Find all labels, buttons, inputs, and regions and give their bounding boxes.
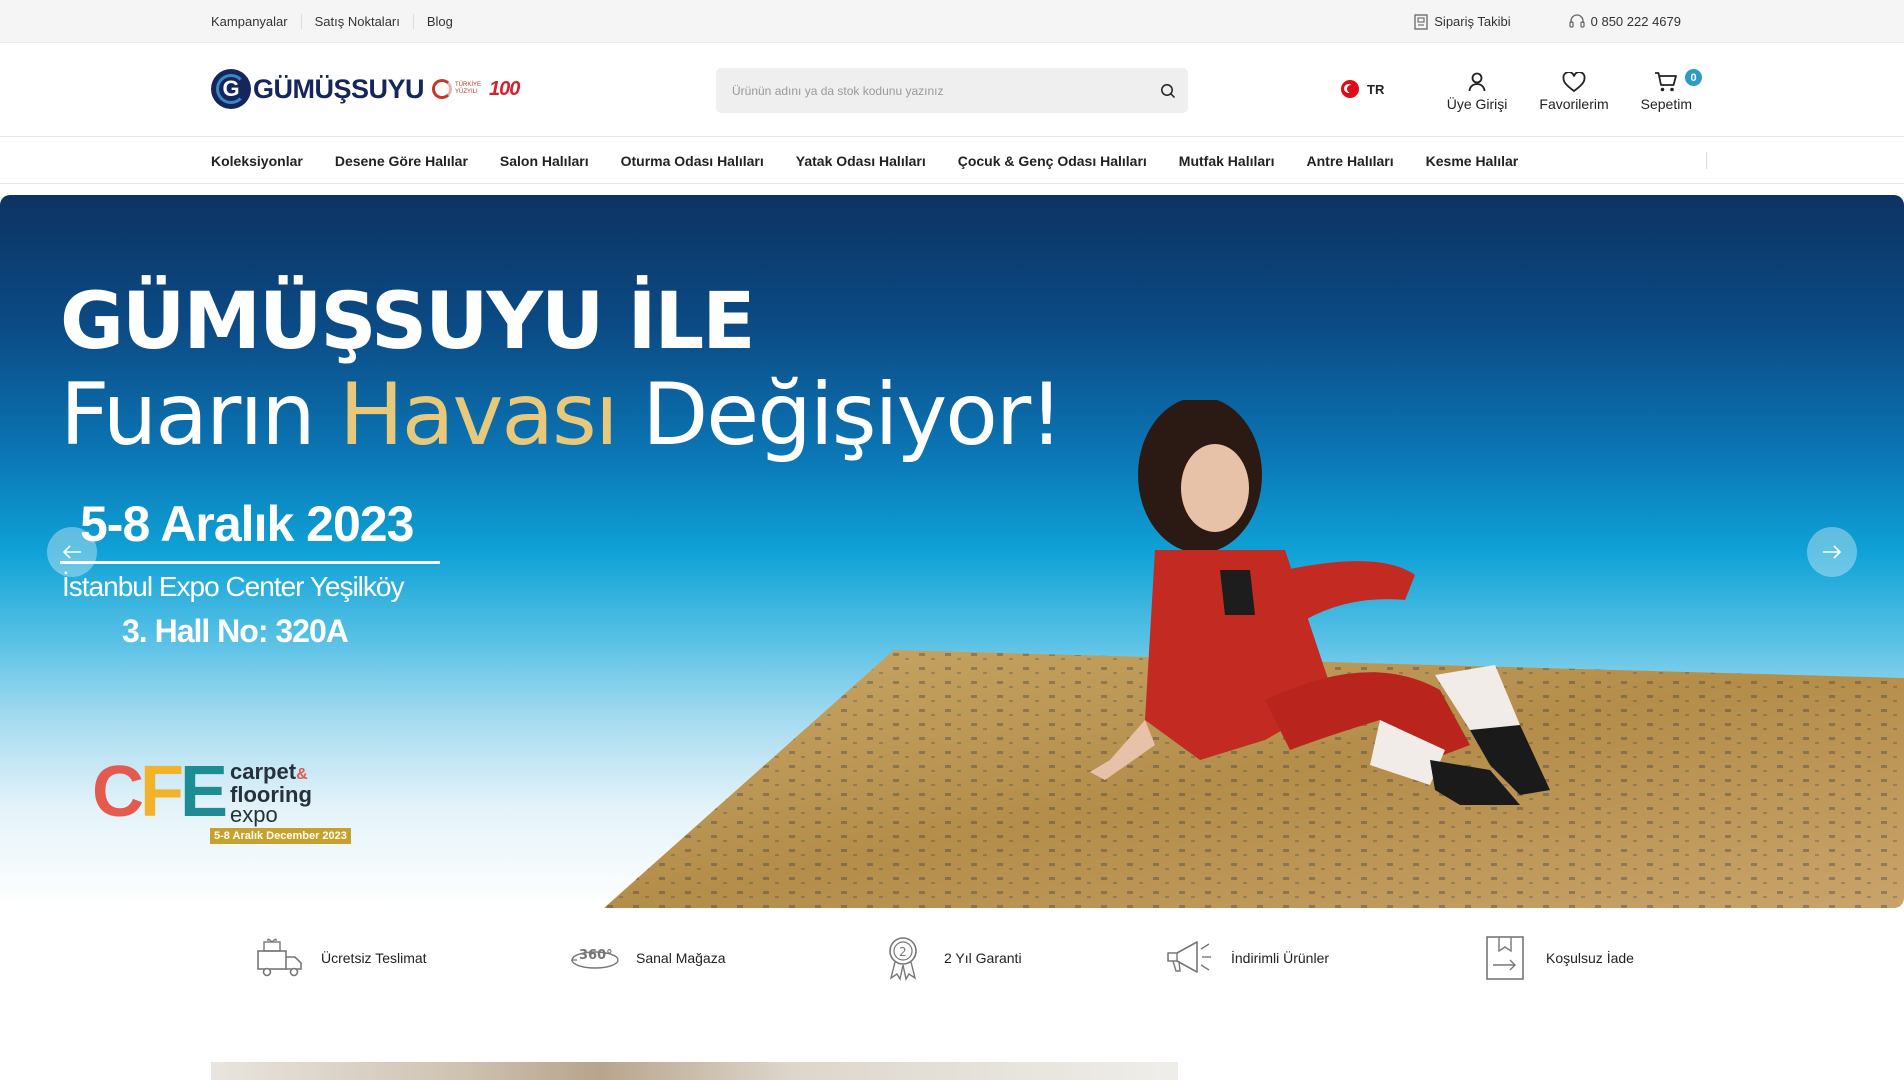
login-button[interactable]: Üye Girişi [1446, 69, 1508, 112]
hero-hall-number: 3. Hall No: 320A [122, 613, 349, 649]
feature-free-returns[interactable]: Koşulsuz İade [1480, 935, 1634, 980]
feature-highlights: Ücretsiz Teslimat 360° Sanal Mağaza 2 2 … [0, 935, 1904, 981]
turkey-flag-icon [1341, 80, 1359, 98]
logo-mark: G [211, 69, 251, 109]
language-selector[interactable]: TR [1341, 80, 1384, 98]
nav-divider [1706, 152, 1707, 169]
heart-icon [1562, 71, 1586, 92]
order-tracking-icon [1414, 13, 1428, 30]
slider-next-button[interactable] [1807, 527, 1857, 577]
century-seal-text: TÜRKİYE YÜZYILI [455, 82, 482, 95]
feature-label: Ücretsiz Teslimat [321, 949, 427, 966]
feature-label: 2 Yıl Garanti [944, 949, 1022, 966]
top-link-blog[interactable]: Blog [412, 14, 466, 29]
language-code: TR [1367, 81, 1385, 97]
order-tracking-label: Sipariş Takibi [1434, 14, 1511, 29]
hero-headline: GÜMÜŞSUYU İLE [60, 277, 755, 367]
top-link-satis-noktalari[interactable]: Satış Noktaları [300, 14, 413, 29]
cfe-logo-words: carpet& flooring expo [230, 759, 312, 827]
360-view-icon: 360° [570, 935, 620, 980]
cfe-ampersand: & [296, 766, 308, 783]
feature-label: İndirimli Ürünler [1231, 949, 1330, 966]
hero-model-image [1090, 400, 1550, 805]
user-icon [1468, 72, 1486, 92]
cfe-word-expo: expo [230, 802, 278, 827]
cart-label: Sepetim [1640, 96, 1692, 112]
site-header: G GÜMÜŞSUYU TÜRKİYE YÜZYILI 100 TR Üye G… [0, 43, 1904, 137]
logo-wordmark: GÜMÜŞSUYU [253, 73, 425, 104]
hero-subheadline: Fuarın Havası Değişiyor! [60, 365, 1064, 465]
century-seal-icon [432, 79, 453, 99]
feature-label: Koşulsuz İade [1546, 949, 1634, 966]
return-box-icon [1480, 935, 1530, 980]
delivery-truck-icon [255, 935, 305, 980]
favorites-button[interactable]: Favorilerim [1539, 69, 1609, 112]
arrow-right-icon [1823, 545, 1842, 559]
nav-item-salon-halilari[interactable]: Salon Halıları [500, 153, 589, 169]
top-right-links: Sipariş Takibi 0 850 222 4679 [1414, 0, 1681, 43]
arrow-left-icon [62, 545, 81, 559]
main-navigation: Koleksiyonlar Desene Göre Halılar Salon … [0, 137, 1904, 184]
nav-item-cocuk-genc-odasi-halilari[interactable]: Çocuk & Genç Odası Halıları [958, 153, 1147, 169]
header-actions: Üye Girişi Favorilerim Sepetim 0 [1446, 69, 1702, 112]
hero-banner-slide[interactable]: GÜMÜŞSUYU İLE Fuarın Havası Değişiyor! 5… [0, 195, 1904, 908]
nav-item-yatak-odasi-halilari[interactable]: Yatak Odası Halıları [796, 153, 926, 169]
top-utility-bar: Kampanyalar Satış Noktaları Blog Sipariş… [0, 0, 1904, 43]
hero-subheadline-part1: Fuarın [60, 365, 340, 465]
search-icon [1161, 83, 1176, 98]
svg-text:360°: 360° [579, 948, 613, 963]
login-label: Üye Girişi [1446, 96, 1508, 112]
feature-label: Sanal Mağaza [636, 949, 726, 966]
headset-icon [1569, 14, 1585, 28]
search-button[interactable] [1148, 68, 1188, 113]
feature-free-delivery[interactable]: Ücretsiz Teslimat [255, 935, 427, 980]
search-bar [716, 68, 1188, 113]
cfe-logo-letters: CFE [92, 756, 228, 828]
phone-link[interactable]: 0 850 222 4679 [1569, 14, 1681, 29]
order-tracking-link[interactable]: Sipariş Takibi [1414, 13, 1511, 30]
feature-virtual-store[interactable]: 360° Sanal Mağaza [570, 935, 726, 980]
cfe-word-carpet: carpet [230, 759, 297, 784]
next-section-image-preview [211, 1062, 1178, 1080]
cart-button[interactable]: Sepetim 0 [1640, 69, 1702, 112]
search-input[interactable] [716, 83, 1148, 98]
cfe-date-ribbon: 5-8 Aralık December 2023 [210, 828, 351, 844]
shopping-cart-icon [1655, 72, 1678, 92]
slider-prev-button[interactable] [47, 527, 97, 577]
top-link-kampanyalar[interactable]: Kampanyalar [211, 14, 301, 29]
hero-event-date: 5-8 Aralık 2023 [80, 496, 414, 552]
top-links: Kampanyalar Satış Noktaları Blog [211, 0, 466, 43]
nav-item-desene-gore-halilar[interactable]: Desene Göre Halılar [335, 153, 468, 169]
feature-warranty[interactable]: 2 2 Yıl Garanti [878, 935, 1022, 981]
nav-item-koleksiyonlar[interactable]: Koleksiyonlar [211, 153, 303, 169]
hundred-anniversary-logo: 100 [489, 77, 520, 100]
hero-venue: İstanbul Expo Center Yeşilköy [62, 571, 404, 602]
brand-logo[interactable]: G GÜMÜŞSUYU TÜRKİYE YÜZYILI 100 [211, 69, 520, 109]
cfe-expo-logo: CFE carpet& flooring expo 5-8 Aralık Dec… [92, 756, 351, 844]
cfe-letter-f: F [140, 752, 184, 832]
cart-count-badge: 0 [1685, 69, 1702, 86]
nav-item-oturma-odasi-halilari[interactable]: Oturma Odası Halıları [621, 153, 764, 169]
megaphone-icon [1165, 935, 1215, 980]
nav-item-antre-halilari[interactable]: Antre Halıları [1307, 153, 1394, 169]
hero-subheadline-part2: Değişiyor! [616, 365, 1064, 465]
nav-item-kesme-halilar[interactable]: Kesme Halılar [1426, 153, 1519, 169]
cfe-letter-e: E [179, 752, 228, 832]
svg-text:2: 2 [899, 945, 907, 959]
hero-divider [60, 561, 440, 564]
hero-subheadline-gold: Havası [339, 365, 619, 465]
feature-discounted-products[interactable]: İndirimli Ürünler [1165, 935, 1329, 980]
phone-number: 0 850 222 4679 [1590, 14, 1681, 29]
warranty-badge-icon: 2 [878, 935, 928, 981]
cfe-letter-c: C [92, 752, 144, 832]
nav-item-mutfak-halilari[interactable]: Mutfak Halıları [1179, 153, 1275, 169]
favorites-label: Favorilerim [1539, 96, 1609, 112]
